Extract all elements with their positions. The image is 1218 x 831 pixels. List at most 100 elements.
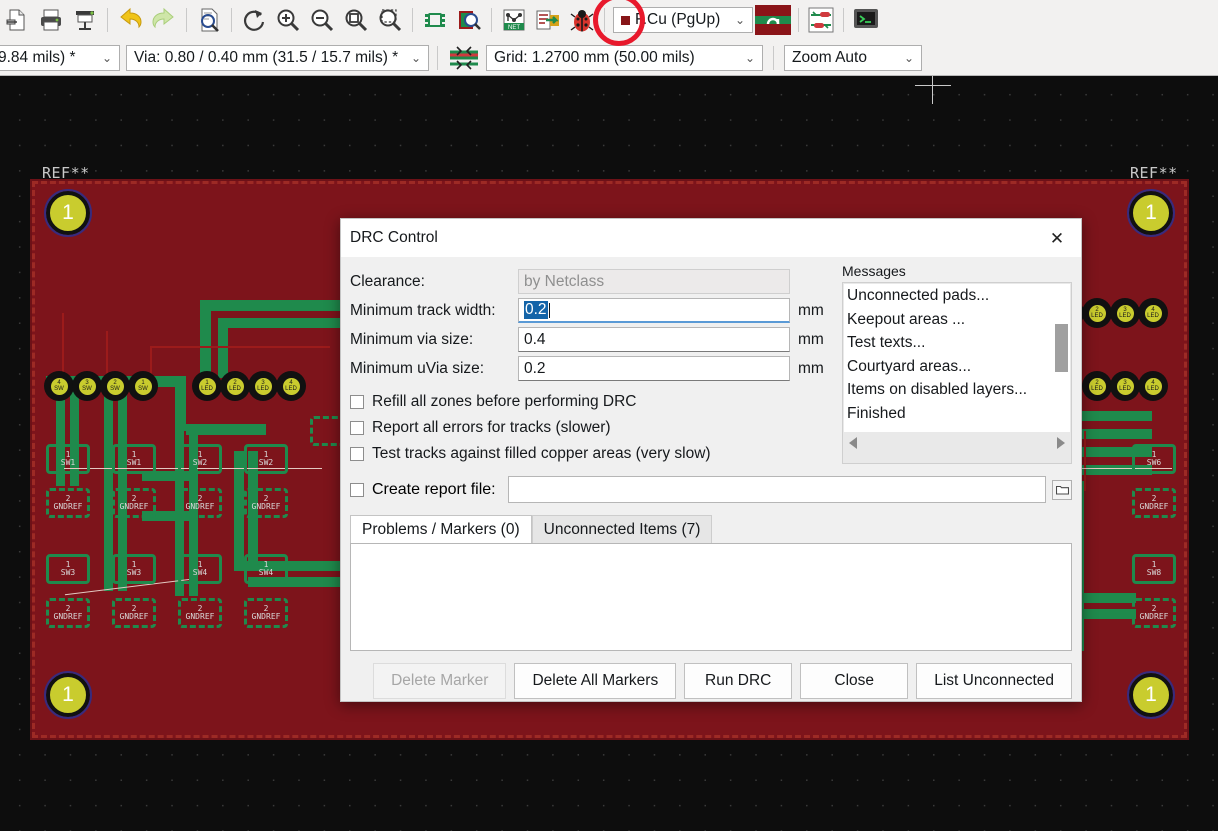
footprint-pad[interactable]: 1 SW3 (46, 554, 90, 584)
report-all-errors-checkbox[interactable] (350, 421, 364, 435)
via[interactable]: 2 SW (100, 371, 130, 401)
design-rules-icon[interactable] (804, 3, 838, 37)
redo-icon[interactable] (147, 3, 181, 37)
delete-all-markers-button[interactable]: Delete All Markers (514, 663, 677, 699)
copper-zone (234, 451, 244, 571)
track-width-combo[interactable]: 9.84 mils) * ⌄ (0, 44, 120, 71)
via[interactable]: 2 LED (1082, 298, 1112, 328)
delete-marker-button[interactable]: Delete Marker (373, 663, 507, 699)
list-unconnected-button[interactable]: List Unconnected (916, 663, 1072, 699)
plot-icon[interactable] (68, 3, 102, 37)
zoom-out-icon[interactable] (305, 3, 339, 37)
footprint-pad[interactable]: 2 GNDREF (178, 598, 222, 628)
mount-hole[interactable]: 1 (1127, 189, 1175, 237)
via[interactable]: 3 LED (1110, 371, 1140, 401)
main-toolbar: NET F.Cu (PgUp) ⌄ (0, 0, 1218, 46)
refill-zones-checkbox[interactable] (350, 395, 364, 409)
update-pcb-icon[interactable] (531, 3, 565, 37)
min-track-width-input[interactable]: 0.2 (518, 298, 790, 323)
zoom-area-icon[interactable] (373, 3, 407, 37)
pad-ref: SW6 (1146, 458, 1162, 467)
mount-hole[interactable]: 1 (44, 189, 92, 237)
footprint-pad[interactable]: 2 GNDREF (178, 488, 222, 518)
footprint-pad[interactable]: 2 GNDREF (1132, 598, 1176, 628)
footprint-pad[interactable]: 1 SW2 (244, 444, 288, 474)
pad-ref: GNDREF (185, 612, 215, 621)
scroll-left-icon[interactable] (849, 437, 857, 449)
via-size-combo[interactable]: Via: 0.80 / 0.40 mm (31.5 / 15.7 mils) *… (126, 44, 429, 71)
via[interactable]: 3 LED (248, 371, 278, 401)
messages-list[interactable]: Unconnected pads... Keepout areas ... Te… (844, 284, 1070, 432)
footprint-pad[interactable]: 1 SW1 (112, 444, 156, 474)
footprint-pad[interactable]: 2 GNDREF (244, 488, 288, 518)
test-tracks-copper-checkbox-row[interactable]: Test tracks against filled copper areas … (350, 441, 830, 467)
via[interactable]: 2 LED (1082, 371, 1112, 401)
new-board-icon[interactable] (0, 3, 34, 37)
footprint-viewer-icon[interactable] (452, 3, 486, 37)
netlist-icon[interactable]: NET (497, 3, 531, 37)
via[interactable]: 2 LED (220, 371, 250, 401)
refill-zones-checkbox-row[interactable]: Refill all zones before performing DRC (350, 389, 830, 415)
create-report-file-checkbox[interactable] (350, 482, 364, 497)
via[interactable]: 3 SW (72, 371, 102, 401)
footprint-pad[interactable]: 1 SW3 (112, 554, 156, 584)
clearance-input[interactable]: by Netclass (518, 269, 790, 294)
footprint-pad[interactable]: 1 SW8 (1132, 554, 1176, 584)
footprint-pad[interactable]: 2 GNDREF (46, 488, 90, 518)
min-uvia-size-input[interactable]: 0.2 (518, 356, 790, 381)
tab-unconnected-items[interactable]: Unconnected Items (7) (531, 515, 713, 543)
footprint-pad[interactable]: 2 GNDREF (244, 598, 288, 628)
3d-viewer-icon[interactable] (849, 3, 883, 37)
results-listbox[interactable] (350, 543, 1072, 651)
run-drc-button[interactable]: Run DRC (684, 663, 793, 699)
message-item: Unconnected pads... (847, 287, 990, 304)
back-copper-trace (62, 313, 64, 375)
min-via-size-input[interactable]: 0.4 (518, 327, 790, 352)
folder-icon[interactable] (1052, 479, 1072, 500)
via[interactable]: 1LED (192, 371, 222, 401)
drc-icon[interactable] (565, 3, 599, 37)
report-file-input[interactable] (507, 476, 1046, 503)
close-button[interactable]: Close (800, 663, 909, 699)
footprint-pad[interactable]: 1 SW2 (178, 444, 222, 474)
footprint-pad[interactable]: 1 SW6 (1132, 444, 1176, 474)
footprint-pad[interactable]: 1 SW4 (178, 554, 222, 584)
toolbar-separator (798, 8, 799, 32)
print-preview-icon[interactable] (192, 3, 226, 37)
close-icon[interactable]: ✕ (1043, 225, 1071, 251)
tab-problems-markers[interactable]: Problems / Markers (0) (350, 515, 532, 543)
footprint-pad[interactable]: 2 GNDREF (46, 598, 90, 628)
footprint-pad[interactable]: 2 GNDREF (112, 488, 156, 518)
test-tracks-copper-checkbox[interactable] (350, 447, 364, 461)
mount-hole[interactable]: 1 (44, 671, 92, 719)
undo-icon[interactable] (113, 3, 147, 37)
layer-selector-value: F.Cu (PgUp) (635, 11, 721, 28)
footprint-pad[interactable]: 1 SW4 (244, 554, 288, 584)
zoom-combo[interactable]: Zoom Auto ⌄ (784, 44, 922, 71)
zoom-fit-icon[interactable] (339, 3, 373, 37)
toolbar-separator (186, 8, 187, 32)
refresh-icon[interactable] (237, 3, 271, 37)
via[interactable]: 4 SW (44, 371, 74, 401)
footprint-editor-icon[interactable] (418, 3, 452, 37)
differential-pair-icon[interactable] (446, 41, 482, 75)
mount-hole[interactable]: 1 (1127, 671, 1175, 719)
via[interactable]: 1 SW (128, 371, 158, 401)
grid-combo[interactable]: Grid: 1.2700 mm (50.00 mils) ⌄ (486, 44, 763, 71)
messages-vertical-scrollbar[interactable] (1055, 324, 1068, 372)
via[interactable]: 4 LED (1138, 371, 1168, 401)
footprint-pad[interactable]: 2 GNDREF (112, 598, 156, 628)
print-icon[interactable] (34, 3, 68, 37)
footprint-pad[interactable]: 1 SW1 (46, 444, 90, 474)
layer-selector-combo[interactable]: F.Cu (PgUp) ⌄ (613, 7, 753, 33)
zoom-in-icon[interactable] (271, 3, 305, 37)
via[interactable]: 4 LED (1138, 298, 1168, 328)
via[interactable]: 4 LED (276, 371, 306, 401)
footprint-pad[interactable]: 2 GNDREF (1132, 488, 1176, 518)
via[interactable]: 3 LED (1110, 298, 1140, 328)
scroll-right-icon[interactable] (1057, 437, 1065, 449)
layers-setup-icon[interactable] (753, 3, 793, 37)
report-all-errors-checkbox-row[interactable]: Report all errors for tracks (slower) (350, 415, 830, 441)
messages-horizontal-scrollbar[interactable] (843, 432, 1071, 454)
chevron-down-icon: ⌄ (101, 50, 112, 65)
